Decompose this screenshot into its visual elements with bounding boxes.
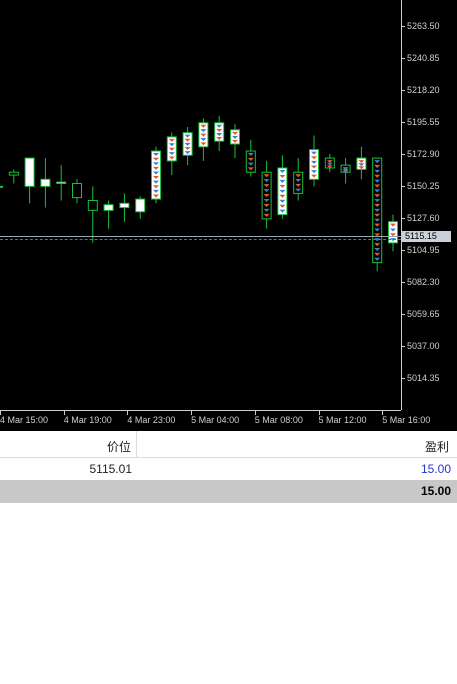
candle [324,153,335,173]
candle [261,160,272,229]
candle-body [56,181,67,185]
price-axis-tick [401,378,405,379]
candle [388,214,398,252]
price-axis-label: 5037.00 [407,341,440,351]
candle [372,157,383,272]
time-axis-label: 5 Mar 04:00 [191,415,240,425]
candle [293,158,304,201]
candle [198,118,209,161]
price-axis-label: 5150.25 [407,181,440,191]
price-axis-label: 5082.30 [407,277,440,287]
candle [277,155,288,219]
current-price-tag: 5115.15 [402,230,451,242]
column-header-price[interactable]: 价位 [0,431,136,458]
candle [309,135,319,187]
candle-body [119,202,130,209]
bid-price-line [0,235,401,237]
candle-body [8,171,19,176]
candle [340,158,351,184]
candle [24,157,35,204]
time-axis-label: 5 Mar 12:00 [318,415,367,425]
candle-body [135,198,146,213]
price-axis-tick [401,122,405,123]
total-profit: 15.00 [420,484,451,498]
price-axis-tick [401,314,405,315]
price-axis [401,0,402,410]
price-axis-label: 5240.85 [407,53,440,63]
time-axis-label: 5 Mar 16:00 [382,415,431,425]
candle-body [103,204,114,211]
candle [166,132,177,176]
price-chart[interactable]: 5115.15 5263.50 5240.85 5218.20 5195.55 5172… [0,0,457,431]
candle [87,186,98,243]
price-axis-tick [401,346,405,347]
candle [151,146,161,204]
candle [119,193,130,222]
candle [245,139,256,177]
row-price: 5115.01 [89,462,133,476]
table-row[interactable]: 5115.01 15.00 [0,458,457,480]
candle [356,146,367,180]
candle [214,115,225,152]
time-axis-label: 4 Mar 19:00 [63,415,112,425]
candle [56,165,67,201]
candle-body [40,178,51,187]
price-axis-tick [401,282,405,283]
candle [8,169,19,184]
price-axis-label: 5172.90 [407,149,440,159]
price-axis-label: 5195.55 [407,117,440,127]
candle [182,127,193,166]
price-axis-tick [401,26,405,27]
candle [40,158,51,208]
candle-body [87,199,98,211]
time-axis [0,410,401,411]
price-axis-label: 5127.60 [407,213,440,223]
candle [72,179,82,204]
trade-table: 价位 盈利 5115.01 15.00 15.00 [0,431,457,684]
price-axis-label: 5218.20 [407,85,440,95]
candle-body [24,157,35,187]
time-axis-label: 5 Mar 08:00 [254,415,303,425]
price-axis-tick [401,186,405,187]
row-profit: 15.00 [420,462,451,476]
column-header-price-label: 价位 [106,440,131,454]
candle [230,124,240,159]
price-axis-label: 5014.35 [407,373,440,383]
candle-body [0,185,3,188]
price-axis-label: 5059.65 [407,309,440,319]
price-axis-tick [401,58,405,59]
candle-body [72,183,82,199]
candle [0,185,3,188]
candle [103,200,114,229]
price-axis-tick [401,250,405,251]
candlestick-plot [0,115,398,272]
ask-price-line [0,238,401,240]
total-row: 15.00 [0,480,457,503]
column-header-profit-label: 盈利 [424,440,449,454]
time-axis-label: 4 Mar 15:00 [0,415,49,425]
column-header-profit[interactable]: 盈利 [137,431,457,458]
price-axis-tick [401,154,405,155]
price-axis-tick [401,218,405,219]
time-axis-label: 4 Mar 23:00 [127,415,176,425]
price-axis-tick [401,90,405,91]
price-axis-label: 5263.50 [407,21,440,31]
price-axis-label: 5104.95 [407,245,440,255]
candle [135,196,146,219]
